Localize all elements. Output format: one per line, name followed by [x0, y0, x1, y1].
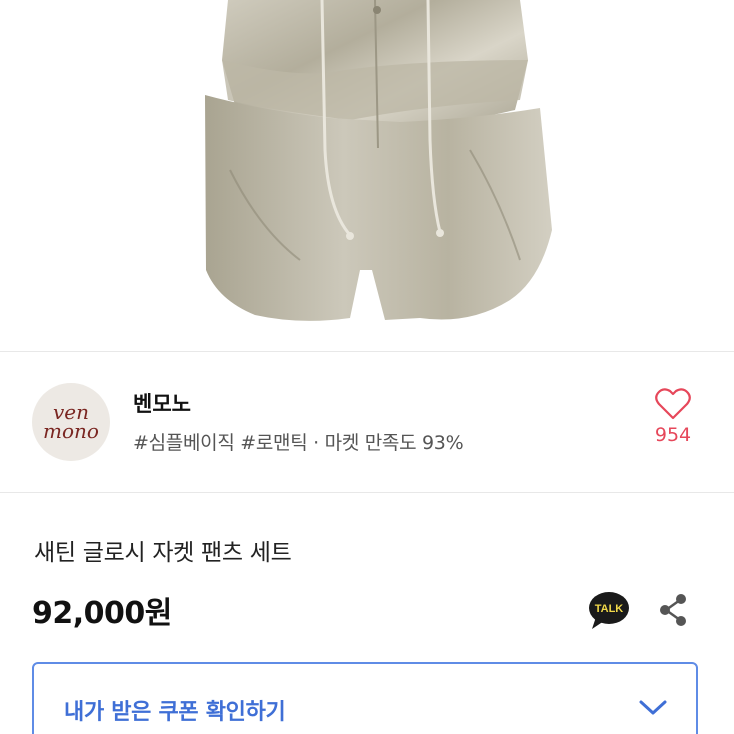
talk-icon: TALK — [589, 592, 629, 629]
store-tags: #심플베이직 #로맨틱 · 마켓 만족도 93% — [133, 432, 464, 454]
like-button[interactable]: 954 — [648, 388, 698, 458]
heart-icon — [655, 388, 691, 420]
store-name[interactable]: 벤모노 — [133, 388, 191, 418]
store-logo-line2: mono — [43, 419, 99, 443]
talk-label: TALK — [595, 603, 624, 615]
product-photo — [205, 0, 552, 321]
like-count: 954 — [654, 424, 692, 446]
coupon-check-button[interactable]: 내가 받은 쿠폰 확인하기 — [32, 662, 698, 734]
product-image[interactable] — [0, 0, 734, 352]
divider — [0, 492, 734, 493]
coupon-label: 내가 받은 쿠폰 확인하기 — [64, 700, 286, 725]
store-info[interactable]: ven mono 벤모노 #심플베이직 #로맨틱 · 마켓 만족도 93% 95… — [0, 352, 734, 492]
product-price: 92,000원 — [32, 596, 172, 631]
chevron-down-icon — [639, 700, 667, 715]
store-logo[interactable]: ven mono — [32, 383, 110, 461]
share-icon — [660, 594, 686, 626]
talk-button[interactable]: TALK — [588, 591, 630, 631]
share-button[interactable] — [656, 592, 692, 628]
product-title: 새틴 글로시 자켓 팬츠 세트 — [34, 540, 292, 566]
